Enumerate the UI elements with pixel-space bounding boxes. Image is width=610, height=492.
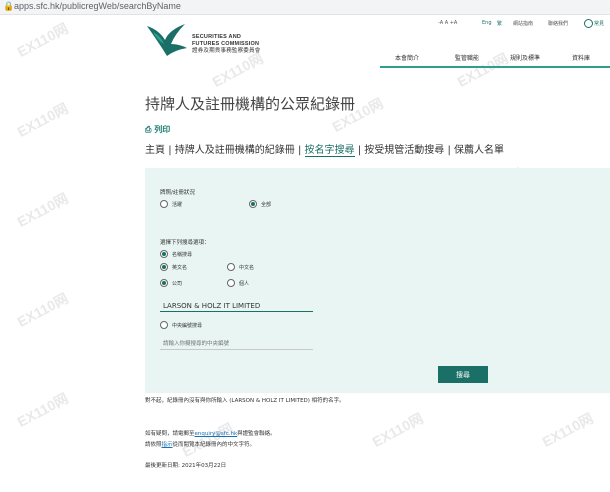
glossary-text: 請依照 [145, 442, 162, 448]
contact-text: 與證監會聯絡。 [237, 431, 276, 437]
nav-rules[interactable]: 規則及標準 [510, 53, 540, 62]
ce-search-label: 中央編號搜尋 [172, 323, 203, 329]
nav-underline [380, 66, 610, 68]
instructions-link[interactable]: 指示 [162, 442, 173, 448]
status-label: 牌照/註冊狀況 [160, 190, 195, 196]
print-label: 列印 [154, 125, 171, 134]
watermark: EX110网 [14, 389, 71, 431]
tab-sponsors[interactable]: 保薦人名單 [454, 145, 504, 156]
breadcrumb-sep: | [168, 145, 172, 156]
search-panel [145, 168, 610, 393]
watermark: EX110网 [14, 289, 71, 331]
status-active-radio[interactable] [160, 200, 168, 208]
help-icon[interactable] [584, 19, 593, 28]
watermark: EX110网 [539, 409, 596, 451]
tab-search-by-name[interactable]: 按名字搜尋 [304, 145, 355, 157]
font-size-control[interactable]: -A A +A [438, 20, 457, 26]
contact-link[interactable]: 聯絡我們 [548, 20, 568, 27]
nav-regulatory[interactable]: 監管職能 [455, 53, 479, 62]
status-all-radio[interactable] [249, 200, 257, 208]
english-name-label: 英文名 [172, 265, 188, 271]
name-search-label: 名稱搜尋 [172, 252, 193, 258]
sfc-logo-icon[interactable] [145, 22, 190, 58]
watermark: EX110网 [14, 99, 71, 141]
breadcrumb-sep: | [297, 145, 302, 156]
printer-icon: ⎙ [145, 125, 152, 134]
email-link[interactable]: enquiry@sfc.hk [195, 431, 238, 437]
chinese-name-radio[interactable] [227, 263, 235, 271]
status-all-label: 全部 [261, 202, 272, 208]
page-title: 持牌人及註冊機構的公眾紀錄冊 [145, 95, 356, 113]
no-result-message: 對不起，紀錄冊內沒有與你所輸入 (LARSON & HOLZ IT LIMITE… [145, 398, 345, 404]
english-name-radio[interactable] [160, 263, 168, 271]
glossary-note: 請依照指示從而閱覽本紀錄冊內的中文字符。 [145, 440, 255, 448]
company-label: 公司 [172, 281, 183, 287]
ce-number-input[interactable] [160, 339, 313, 350]
breadcrumb: 主頁 | 持牌人及註冊機構的紀錄冊 | 按名字搜尋 | 按受規管活動搜尋 | 保… [145, 141, 504, 157]
lang-tc-link[interactable]: 繁 [497, 20, 502, 27]
tab-register[interactable]: 持牌人及註冊機構的紀錄冊 [175, 145, 295, 156]
search-button[interactable]: 搜尋 [438, 366, 488, 383]
ce-search-radio[interactable] [160, 321, 168, 329]
logo-text: SECURITIES AND FUTURES COMMISSION 證券及期貨事… [192, 34, 261, 54]
status-active-label: 活躍 [172, 202, 183, 208]
watermark: EX110网 [14, 189, 71, 231]
tab-regulated-activity[interactable]: 按受規管活動搜尋 [364, 145, 444, 156]
criteria-label: 選擇下列搜尋選項： [160, 240, 210, 246]
url-text[interactable]: apps.sfc.hk/publicregWeb/searchByName [14, 1, 181, 11]
contact-note: 如有疑問，請電郵至enquiry@sfc.hk與證監會聯絡。 [145, 429, 276, 437]
name-search-radio[interactable] [160, 250, 168, 258]
individual-label: 個人 [239, 281, 250, 287]
watermark: EX110网 [369, 409, 426, 451]
chinese-name-label: 中文名 [239, 265, 255, 271]
lang-english-link[interactable]: Eng [482, 20, 492, 26]
lock-icon: 🔒 [3, 2, 15, 12]
glossary-text: 從而閱覽本紀錄冊內的中文字符。 [172, 442, 256, 448]
company-radio[interactable] [160, 279, 168, 287]
tab-home[interactable]: 主頁 [145, 145, 165, 156]
contact-text: 如有疑問，請電郵至 [145, 431, 195, 437]
watermark: EX110网 [14, 19, 71, 61]
nav-about[interactable]: 本會簡介 [395, 53, 419, 62]
last-updated: 最後更新日期: 2021年03月22日 [145, 463, 227, 469]
individual-radio[interactable] [227, 279, 235, 287]
name-search-input[interactable] [160, 300, 313, 312]
breadcrumb-sep: | [357, 145, 362, 156]
print-button[interactable]: ⎙ 列印 [145, 124, 170, 135]
help-link[interactable]: 常見 [594, 20, 604, 27]
breadcrumb-sep: | [447, 145, 451, 156]
nav-database[interactable]: 資料庫 [572, 53, 590, 62]
sitemap-link[interactable]: 網站指南 [513, 20, 533, 27]
